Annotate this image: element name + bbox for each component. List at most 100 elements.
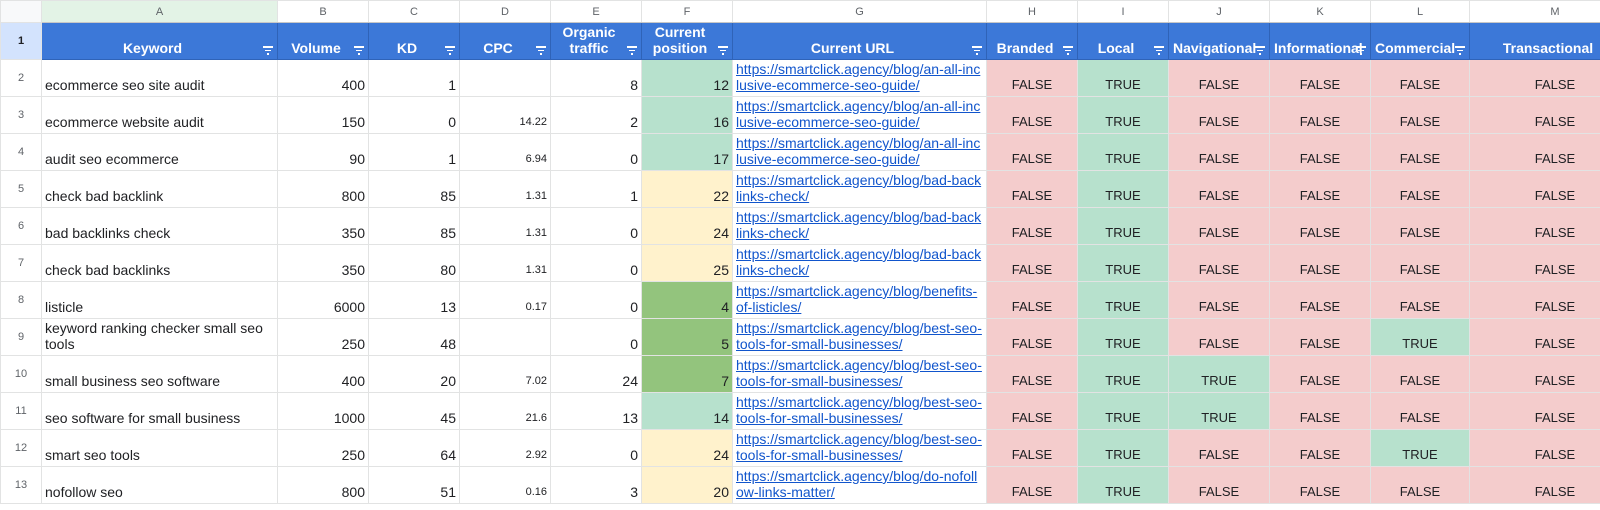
row-number[interactable]: 1 <box>0 22 42 60</box>
navigational-cell[interactable]: FALSE <box>1168 281 1270 319</box>
current-position-cell[interactable]: 24 <box>641 207 733 245</box>
cpc-cell[interactable]: 2.92 <box>459 429 551 467</box>
current-position-cell[interactable]: 24 <box>641 429 733 467</box>
row-number[interactable]: 11 <box>0 392 42 430</box>
local-cell[interactable]: TRUE <box>1077 466 1169 504</box>
filter-icon[interactable] <box>1356 46 1366 55</box>
volume-cell[interactable]: 150 <box>277 96 369 134</box>
kd-cell[interactable]: 1 <box>368 133 460 171</box>
filter-icon[interactable] <box>536 46 546 55</box>
informational-cell[interactable]: FALSE <box>1269 96 1371 134</box>
navigational-cell[interactable]: FALSE <box>1168 133 1270 171</box>
organic-traffic-cell[interactable]: 3 <box>550 466 642 504</box>
kd-cell[interactable]: 80 <box>368 244 460 282</box>
informational-cell[interactable]: FALSE <box>1269 207 1371 245</box>
navigational-cell[interactable]: FALSE <box>1168 207 1270 245</box>
row-number[interactable]: 2 <box>0 59 42 97</box>
header-navigational[interactable]: Navigational <box>1168 22 1270 60</box>
transactional-cell[interactable]: FALSE <box>1469 429 1600 467</box>
navigational-cell[interactable]: TRUE <box>1168 355 1270 393</box>
keyword-cell[interactable]: keyword ranking checker small seo tools <box>41 318 278 356</box>
row-number[interactable]: 3 <box>0 96 42 134</box>
row-number[interactable]: 7 <box>0 244 42 282</box>
transactional-cell[interactable]: FALSE <box>1469 355 1600 393</box>
transactional-cell[interactable]: FALSE <box>1469 281 1600 319</box>
branded-cell[interactable]: FALSE <box>986 244 1078 282</box>
keyword-cell[interactable]: nofollow seo <box>41 466 278 504</box>
volume-cell[interactable]: 800 <box>277 170 369 208</box>
transactional-cell[interactable]: FALSE <box>1469 133 1600 171</box>
kd-cell[interactable]: 64 <box>368 429 460 467</box>
url-link[interactable]: https://smartclick.agency/blog/bad-backl… <box>736 209 981 241</box>
keyword-cell[interactable]: audit seo ecommerce <box>41 133 278 171</box>
url-link[interactable]: https://smartclick.agency/blog/an-all-in… <box>736 135 980 167</box>
local-cell[interactable]: TRUE <box>1077 429 1169 467</box>
header-current-position[interactable]: Current position <box>641 22 733 60</box>
organic-traffic-cell[interactable]: 8 <box>550 59 642 97</box>
local-cell[interactable]: TRUE <box>1077 244 1169 282</box>
commercial-cell[interactable]: TRUE <box>1370 429 1470 467</box>
row-number[interactable]: 10 <box>0 355 42 393</box>
url-link[interactable]: https://smartclick.agency/blog/do-nofoll… <box>736 468 977 500</box>
url-link[interactable]: https://smartclick.agency/blog/best-seo-… <box>736 357 982 389</box>
organic-traffic-cell[interactable]: 0 <box>550 318 642 356</box>
commercial-cell[interactable]: FALSE <box>1370 170 1470 208</box>
keyword-cell[interactable]: listicle <box>41 281 278 319</box>
filter-icon[interactable] <box>1063 46 1073 55</box>
current-position-cell[interactable]: 16 <box>641 96 733 134</box>
commercial-cell[interactable]: TRUE <box>1370 318 1470 356</box>
cpc-cell[interactable]: 0.16 <box>459 466 551 504</box>
url-link[interactable]: https://smartclick.agency/blog/best-seo-… <box>736 320 982 352</box>
commercial-cell[interactable]: FALSE <box>1370 392 1470 430</box>
row-number[interactable]: 4 <box>0 133 42 171</box>
local-cell[interactable]: TRUE <box>1077 355 1169 393</box>
organic-traffic-cell[interactable]: 0 <box>550 207 642 245</box>
column-header-g[interactable]: G <box>732 0 987 23</box>
keyword-cell[interactable]: smart seo tools <box>41 429 278 467</box>
informational-cell[interactable]: FALSE <box>1269 429 1371 467</box>
row-number[interactable]: 8 <box>0 281 42 319</box>
volume-cell[interactable]: 350 <box>277 244 369 282</box>
local-cell[interactable]: TRUE <box>1077 392 1169 430</box>
commercial-cell[interactable]: FALSE <box>1370 466 1470 504</box>
transactional-cell[interactable]: FALSE <box>1469 170 1600 208</box>
header-current-url[interactable]: Current URL <box>732 22 987 60</box>
filter-icon[interactable] <box>1154 46 1164 55</box>
kd-cell[interactable]: 13 <box>368 281 460 319</box>
cpc-cell[interactable]: 0.17 <box>459 281 551 319</box>
transactional-cell[interactable]: FALSE <box>1469 59 1600 97</box>
transactional-cell[interactable]: FALSE <box>1469 207 1600 245</box>
current-position-cell[interactable]: 22 <box>641 170 733 208</box>
branded-cell[interactable]: FALSE <box>986 281 1078 319</box>
volume-cell[interactable]: 800 <box>277 466 369 504</box>
kd-cell[interactable]: 85 <box>368 170 460 208</box>
filter-icon[interactable] <box>972 46 982 55</box>
transactional-cell[interactable]: FALSE <box>1469 466 1600 504</box>
informational-cell[interactable]: FALSE <box>1269 59 1371 97</box>
url-link[interactable]: https://smartclick.agency/blog/an-all-in… <box>736 61 980 93</box>
local-cell[interactable]: TRUE <box>1077 59 1169 97</box>
local-cell[interactable]: TRUE <box>1077 133 1169 171</box>
transactional-cell[interactable]: FALSE <box>1469 244 1600 282</box>
keyword-cell[interactable]: ecommerce seo site audit <box>41 59 278 97</box>
organic-traffic-cell[interactable]: 13 <box>550 392 642 430</box>
navigational-cell[interactable]: FALSE <box>1168 96 1270 134</box>
commercial-cell[interactable]: FALSE <box>1370 133 1470 171</box>
volume-cell[interactable]: 350 <box>277 207 369 245</box>
current-position-cell[interactable]: 7 <box>641 355 733 393</box>
header-transactional[interactable]: Transactional <box>1469 22 1600 60</box>
branded-cell[interactable]: FALSE <box>986 59 1078 97</box>
column-header-d[interactable]: D <box>459 0 551 23</box>
kd-cell[interactable]: 51 <box>368 466 460 504</box>
kd-cell[interactable]: 85 <box>368 207 460 245</box>
header-branded[interactable]: Branded <box>986 22 1078 60</box>
current-position-cell[interactable]: 4 <box>641 281 733 319</box>
kd-cell[interactable]: 20 <box>368 355 460 393</box>
current-position-cell[interactable]: 5 <box>641 318 733 356</box>
informational-cell[interactable]: FALSE <box>1269 244 1371 282</box>
header-keyword[interactable]: Keyword <box>41 22 278 60</box>
cpc-cell[interactable]: 1.31 <box>459 170 551 208</box>
informational-cell[interactable]: FALSE <box>1269 466 1371 504</box>
branded-cell[interactable]: FALSE <box>986 133 1078 171</box>
column-header-i[interactable]: I <box>1077 0 1169 23</box>
